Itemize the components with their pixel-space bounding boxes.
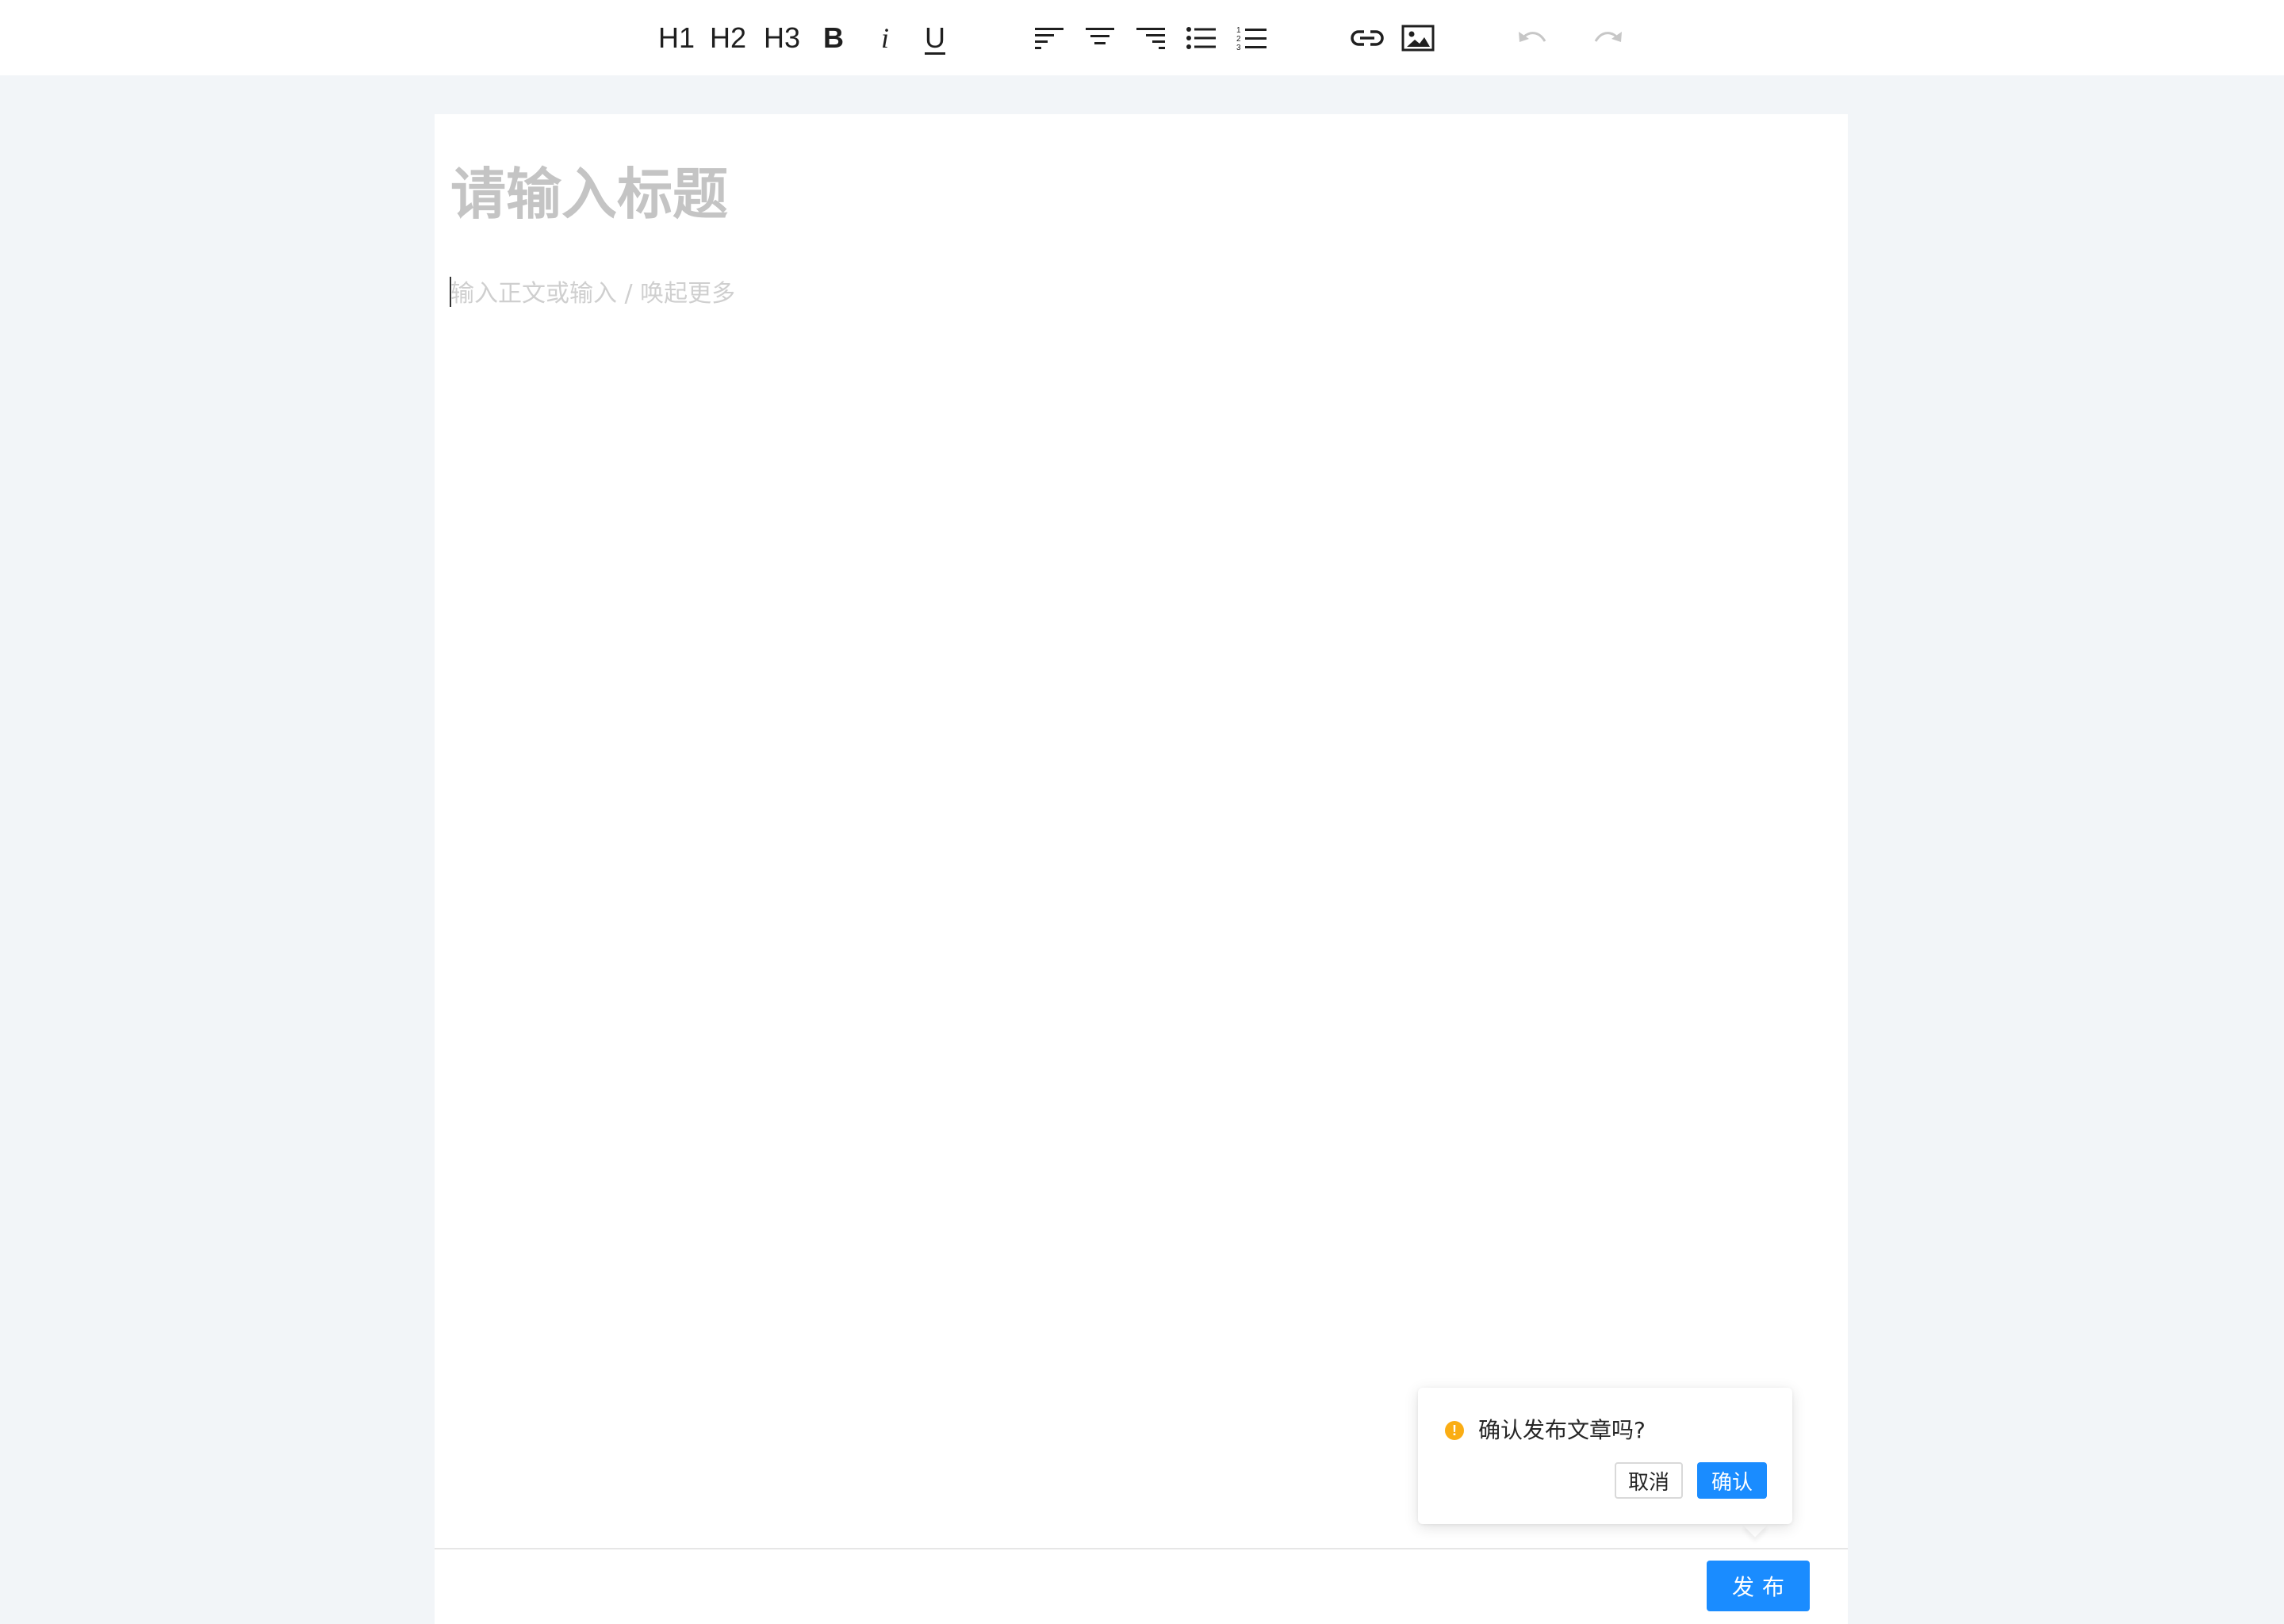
align-right-button[interactable] (1134, 10, 1167, 67)
link-icon (1351, 30, 1384, 46)
heading-1-button[interactable]: H1 (657, 10, 696, 67)
svg-text:1: 1 (1236, 26, 1241, 35)
undo-button[interactable] (1515, 10, 1550, 67)
publish-confirm-popover: ! 确认发布文章吗? 取消 确认 (1418, 1388, 1792, 1524)
align-center-button[interactable] (1083, 10, 1117, 67)
bold-button[interactable]: B (820, 10, 847, 67)
heading-2-button[interactable]: H2 (707, 10, 749, 67)
numbered-list-button[interactable]: 1 2 3 (1236, 10, 1269, 67)
text-cursor (450, 277, 451, 307)
publish-button[interactable]: 发布 (1707, 1561, 1810, 1611)
heading-3-button[interactable]: H3 (761, 10, 803, 67)
redo-button[interactable] (1591, 10, 1626, 67)
align-right-icon (1136, 28, 1165, 49)
confirm-message: 确认发布文章吗? (1478, 1417, 1646, 1443)
confirm-button[interactable]: 确认 (1697, 1462, 1767, 1499)
editor-toolbar: H1 H2 H3 B i U 1 2 3 (0, 0, 2284, 75)
title-input[interactable] (450, 155, 1799, 234)
insert-image-button[interactable] (1401, 10, 1435, 67)
align-left-button[interactable] (1033, 10, 1066, 67)
svg-text:2: 2 (1236, 35, 1241, 44)
align-left-icon (1035, 28, 1063, 49)
footer-divider (435, 1548, 1848, 1549)
bullet-list-button[interactable] (1185, 10, 1218, 67)
italic-button[interactable]: i (872, 10, 898, 67)
bullet-list-icon (1186, 27, 1216, 49)
underline-button[interactable]: U (922, 10, 948, 67)
insert-link-button[interactable] (1350, 10, 1385, 67)
align-center-icon (1086, 28, 1114, 44)
publish-button-label: 发布 (1731, 1574, 1792, 1600)
body-editor[interactable] (450, 270, 1799, 317)
exclamation-circle-icon: ! (1445, 1421, 1464, 1440)
svg-text:3: 3 (1236, 44, 1241, 52)
image-icon (1401, 25, 1435, 52)
numbered-list-icon: 1 2 3 (1236, 26, 1267, 52)
redo-icon (1594, 32, 1622, 42)
undo-icon (1519, 32, 1546, 42)
cancel-button[interactable]: 取消 (1615, 1462, 1683, 1499)
